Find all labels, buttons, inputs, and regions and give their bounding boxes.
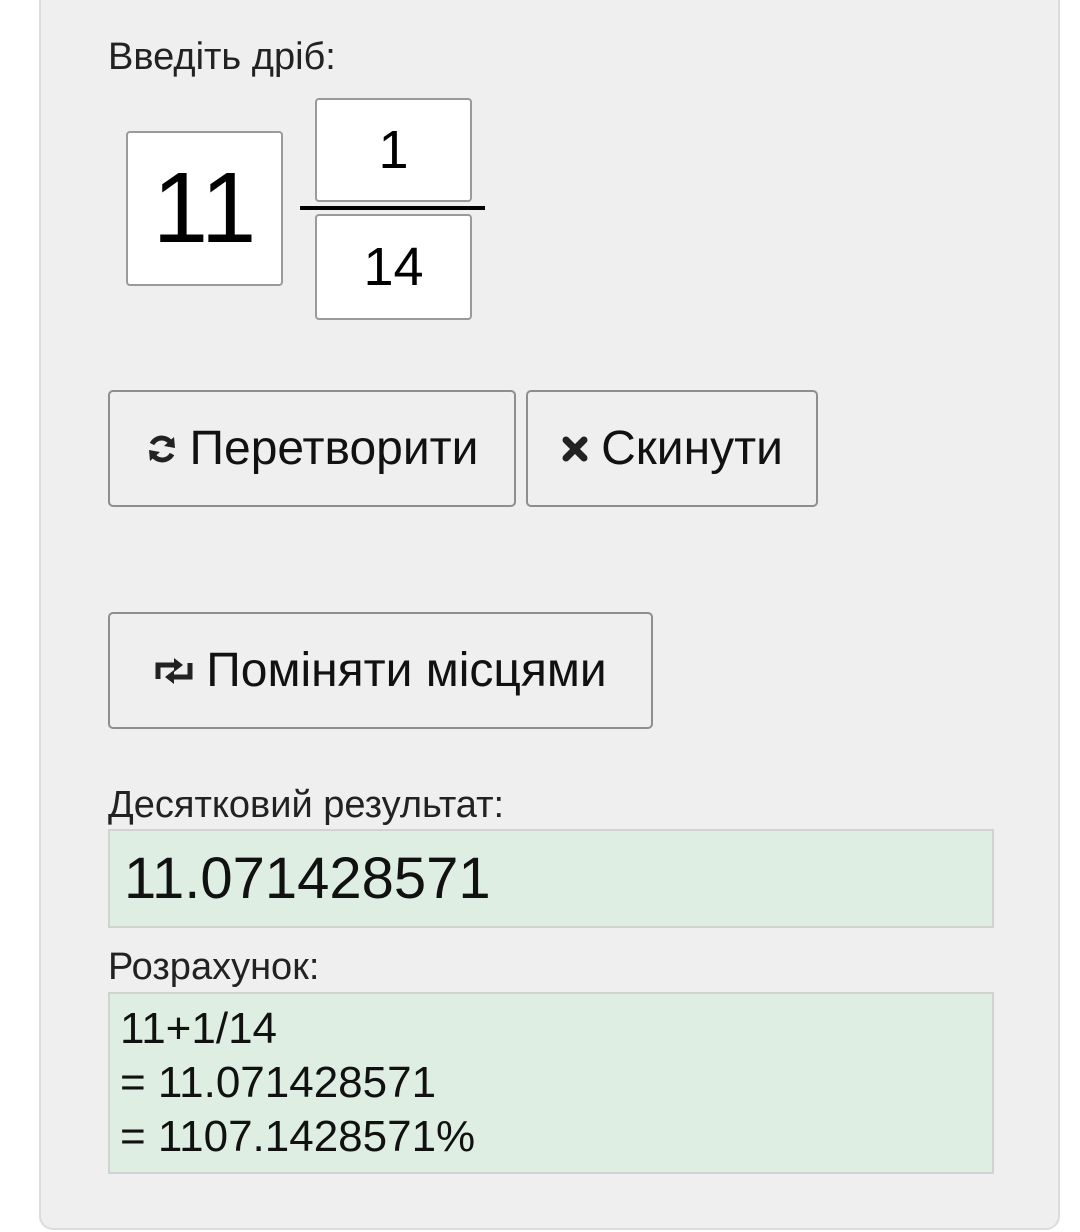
reset-button-label: Скинути [601, 422, 783, 475]
fraction-bar [300, 206, 485, 210]
decimal-result-output: 11.071428571 [108, 829, 994, 928]
swap-icon [154, 657, 194, 685]
swap-button[interactable]: Поміняти місцями [108, 612, 653, 729]
decimal-result-label: Десятковий результат: [108, 784, 505, 826]
calculation-line: = 1107.1428571% [120, 1112, 476, 1161]
calculation-label: Розрахунок: [108, 946, 320, 988]
convert-button-label: Перетворити [189, 422, 479, 475]
input-label: Введіть дріб: [108, 36, 336, 78]
close-icon [561, 435, 589, 463]
calculation-line: 11+1/14 [120, 1004, 278, 1053]
swap-button-label: Поміняти місцями [206, 644, 607, 697]
convert-button[interactable]: Перетворити [108, 390, 516, 507]
calculation-output: 11+1/14 = 11.071428571 = 1107.1428571% [108, 992, 994, 1174]
denominator-input[interactable]: 14 [315, 214, 472, 320]
refresh-icon [146, 433, 178, 465]
numerator-input[interactable]: 1 [315, 98, 472, 202]
reset-button[interactable]: Скинути [526, 390, 818, 507]
calculation-line: = 11.071428571 [120, 1058, 437, 1107]
whole-number-input[interactable]: 11 [126, 131, 283, 286]
